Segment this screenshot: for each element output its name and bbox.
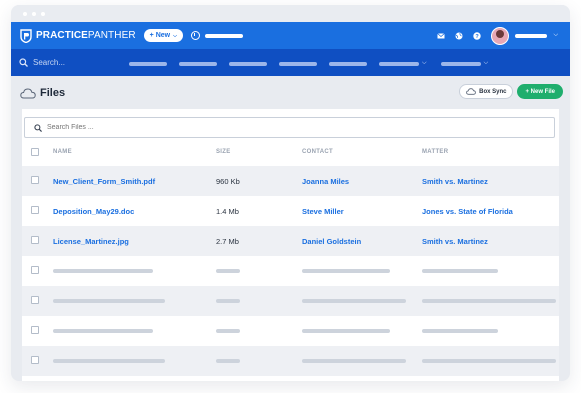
timer-placeholder bbox=[204, 33, 243, 38]
nav-item-dropdown[interactable]: ⌵ bbox=[440, 60, 489, 67]
page-title: Files bbox=[40, 87, 66, 99]
placeholder-row[interactable] bbox=[22, 316, 559, 346]
file-name-link[interactable]: License_Martinez.jpg bbox=[53, 237, 129, 246]
user-avatar[interactable] bbox=[491, 26, 510, 45]
matter-link[interactable]: Smith vs. Martinez bbox=[422, 177, 488, 186]
placeholder-bar bbox=[422, 299, 556, 303]
help-icon[interactable]: ? bbox=[473, 31, 482, 40]
new-button-label: + New bbox=[149, 32, 171, 39]
placeholder-row[interactable] bbox=[22, 346, 559, 376]
page-header: Files Box Sync + New File bbox=[11, 76, 570, 110]
files-panel: NAME SIZE CONTACT MATTER New_Client_Form… bbox=[22, 109, 559, 381]
placeholder-bar bbox=[422, 269, 498, 273]
table-header: NAME SIZE CONTACT MATTER bbox=[22, 138, 559, 166]
row-checkbox[interactable] bbox=[31, 206, 39, 214]
row-checkbox[interactable] bbox=[31, 176, 39, 184]
contact-link[interactable]: Joanna Miles bbox=[302, 177, 349, 186]
search-icon bbox=[19, 58, 28, 67]
contact-link[interactable]: Steve Miller bbox=[302, 207, 344, 216]
window-chrome bbox=[11, 5, 570, 22]
nav-item[interactable] bbox=[329, 61, 367, 66]
search-icon bbox=[34, 123, 42, 132]
placeholder-bar bbox=[216, 329, 240, 333]
nav-menu: ⌵ ⌵ bbox=[129, 60, 488, 67]
nav-bar: Search... ⌵ ⌵ bbox=[11, 49, 570, 76]
matter-link[interactable]: Smith vs. Martinez bbox=[422, 237, 488, 246]
nav-item[interactable] bbox=[229, 61, 267, 66]
row-checkbox[interactable] bbox=[31, 356, 39, 364]
panther-logo-icon bbox=[20, 28, 32, 43]
window-dot[interactable] bbox=[23, 11, 27, 16]
cloud-icon bbox=[20, 87, 36, 98]
placeholder-bar bbox=[302, 359, 406, 363]
file-size: 1.4 Mb bbox=[216, 207, 239, 216]
new-file-label: + New File bbox=[525, 88, 555, 95]
table-row[interactable]: License_Martinez.jpg 2.7 Mb Daniel Golds… bbox=[22, 226, 559, 256]
top-bar-actions: ? ⌵ bbox=[437, 22, 558, 49]
row-checkbox[interactable] bbox=[31, 326, 39, 334]
nav-item[interactable] bbox=[179, 61, 217, 66]
column-header-name[interactable]: NAME bbox=[53, 149, 72, 155]
files-search-input[interactable] bbox=[47, 124, 247, 131]
app-window: PRACTICEPANTHER + New ⌵ ? ⌵ Search... ⌵ … bbox=[11, 5, 570, 381]
cloud-icon bbox=[466, 88, 476, 95]
nav-item-dropdown[interactable]: ⌵ bbox=[379, 60, 427, 67]
timer-icon[interactable] bbox=[190, 31, 200, 40]
chevron-down-icon[interactable]: ⌵ bbox=[553, 32, 558, 39]
placeholder-row[interactable] bbox=[22, 256, 559, 286]
table-row[interactable]: New_Client_Form_Smith.pdf 960 Kb Joanna … bbox=[22, 166, 559, 196]
row-checkbox[interactable] bbox=[31, 236, 39, 244]
brand-name: PRACTICEPANTHER bbox=[36, 30, 136, 41]
placeholder-bar bbox=[422, 329, 498, 333]
placeholder-bar bbox=[53, 269, 153, 273]
new-file-button[interactable]: + New File bbox=[517, 84, 563, 99]
contact-link[interactable]: Daniel Goldstein bbox=[302, 237, 361, 246]
brand-name-bold: PRACTICE bbox=[36, 30, 88, 41]
nav-item[interactable] bbox=[279, 61, 317, 66]
chevron-down-icon: ⌵ bbox=[422, 60, 427, 66]
placeholder-row[interactable] bbox=[22, 286, 559, 316]
row-checkbox[interactable] bbox=[31, 266, 39, 274]
brand-name-thin: PANTHER bbox=[87, 30, 136, 41]
window-dot[interactable] bbox=[32, 11, 36, 16]
matter-link[interactable]: Jones vs. State of Florida bbox=[422, 207, 513, 216]
box-sync-label: Box Sync bbox=[479, 88, 507, 95]
placeholder-bar bbox=[302, 329, 390, 333]
placeholder-bar bbox=[302, 299, 406, 303]
column-header-contact[interactable]: CONTACT bbox=[302, 149, 333, 155]
placeholder-bar bbox=[216, 359, 240, 363]
user-name-placeholder[interactable] bbox=[515, 33, 548, 38]
placeholder-bar bbox=[53, 359, 165, 363]
chevron-down-icon: ⌵ bbox=[483, 60, 489, 66]
file-size: 2.7 Mb bbox=[216, 237, 239, 246]
table-row[interactable]: Deposition_May29.doc 1.4 Mb Steve Miller… bbox=[22, 196, 559, 226]
placeholder-bar bbox=[216, 299, 240, 303]
global-search-input[interactable]: Search... bbox=[33, 58, 65, 67]
mail-icon[interactable] bbox=[437, 32, 446, 40]
column-header-size[interactable]: SIZE bbox=[216, 149, 231, 155]
chevron-down-icon: ⌵ bbox=[173, 32, 177, 39]
placeholder-bar bbox=[422, 359, 556, 363]
placeholder-bar bbox=[53, 329, 153, 333]
row-checkbox[interactable] bbox=[31, 296, 39, 304]
file-name-link[interactable]: Deposition_May29.doc bbox=[53, 207, 134, 216]
file-size: 960 Kb bbox=[216, 177, 240, 186]
file-name-link[interactable]: New_Client_Form_Smith.pdf bbox=[53, 177, 155, 186]
box-sync-button[interactable]: Box Sync bbox=[459, 84, 514, 99]
placeholder-bar bbox=[216, 269, 240, 273]
window-dot[interactable] bbox=[41, 11, 45, 16]
brand-logo[interactable]: PRACTICEPANTHER bbox=[20, 28, 136, 43]
top-bar: PRACTICEPANTHER + New ⌵ ? ⌵ bbox=[11, 22, 570, 49]
placeholder-bar bbox=[302, 269, 390, 273]
globe-icon[interactable] bbox=[455, 32, 463, 40]
header-actions: Box Sync + New File bbox=[459, 84, 563, 99]
placeholder-bar bbox=[53, 299, 165, 303]
new-button[interactable]: + New ⌵ bbox=[143, 29, 183, 42]
select-all-checkbox[interactable] bbox=[31, 148, 39, 156]
files-search-box[interactable] bbox=[24, 117, 555, 138]
column-header-matter[interactable]: MATTER bbox=[422, 149, 448, 155]
nav-item[interactable] bbox=[129, 61, 167, 66]
